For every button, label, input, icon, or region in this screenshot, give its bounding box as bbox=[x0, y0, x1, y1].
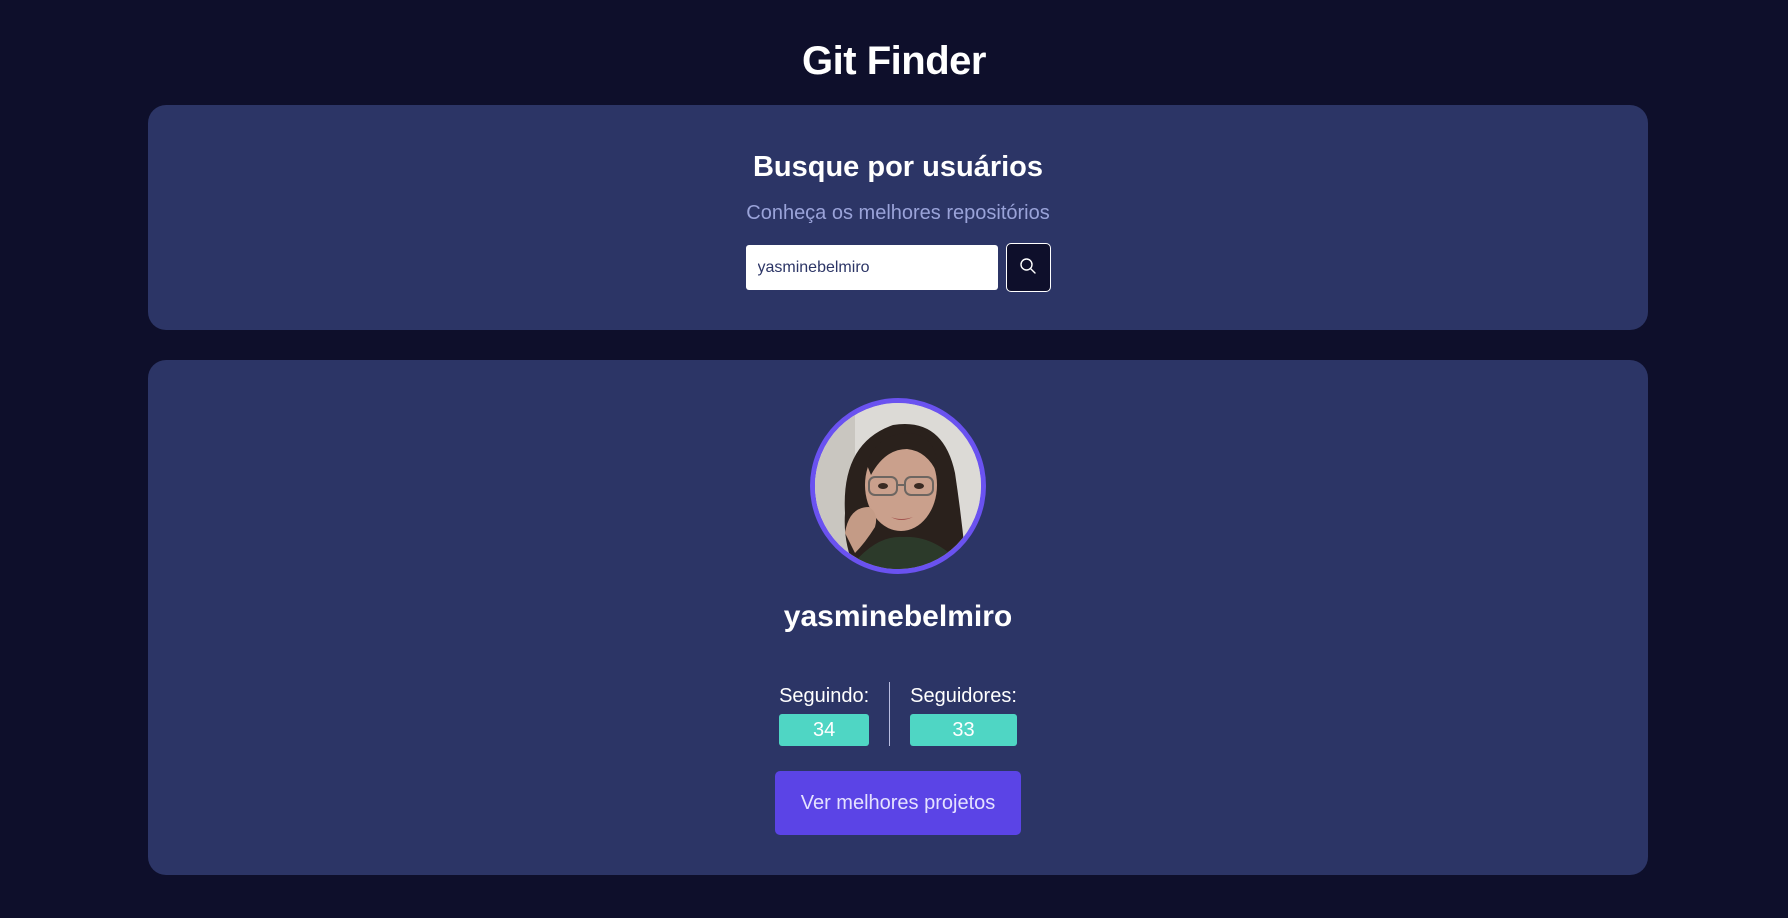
avatar-ring bbox=[810, 398, 986, 574]
search-heading: Busque por usuários bbox=[752, 151, 1044, 183]
following-label: Seguindo: bbox=[779, 685, 870, 707]
search-form bbox=[148, 243, 1648, 292]
profile-username: yasminebelmiro bbox=[783, 600, 1013, 633]
avatar bbox=[815, 403, 981, 569]
profile-panel: yasminebelmiro Seguindo: 34 Seguidores: … bbox=[148, 360, 1648, 875]
profile-stats: Seguindo: 34 Seguidores: 33 bbox=[148, 682, 1648, 746]
search-icon bbox=[1019, 257, 1037, 278]
following-count-badge: 34 bbox=[779, 714, 870, 746]
search-button[interactable] bbox=[1005, 243, 1051, 292]
search-panel: Busque por usuários Conheça os melhores … bbox=[148, 105, 1648, 330]
stats-divider bbox=[889, 682, 891, 746]
avatar-photo bbox=[815, 403, 981, 569]
followers-count-badge: 33 bbox=[910, 714, 1017, 746]
view-best-projects-button[interactable]: Ver melhores projetos bbox=[775, 771, 1021, 835]
followers-stat: Seguidores: 33 bbox=[910, 682, 1017, 746]
username-search-input[interactable] bbox=[745, 245, 998, 290]
app-title: Git Finder bbox=[802, 39, 986, 83]
search-subtitle: Conheça os melhores repositórios bbox=[746, 202, 1050, 224]
following-stat: Seguindo: 34 bbox=[779, 682, 870, 746]
followers-label: Seguidores: bbox=[910, 685, 1017, 707]
